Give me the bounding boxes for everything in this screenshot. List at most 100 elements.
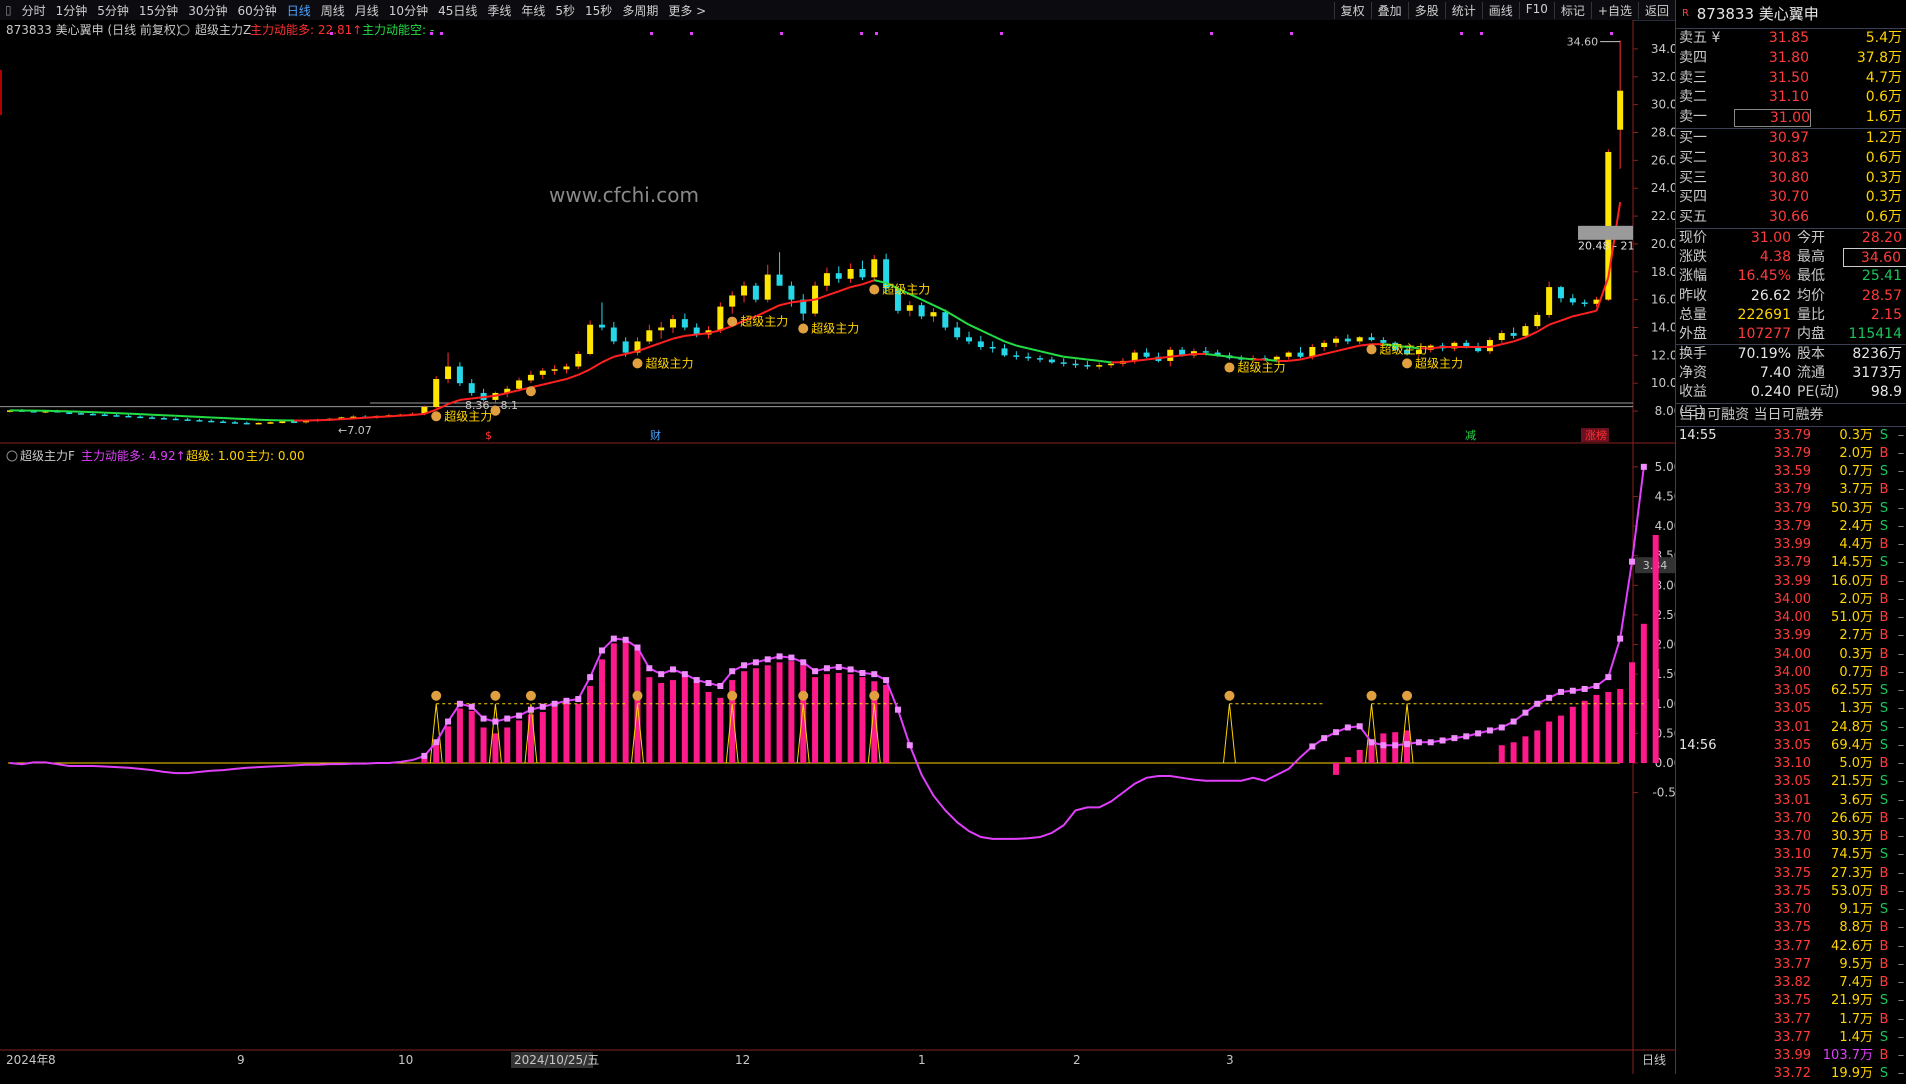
tick-price: 33.72 bbox=[1741, 1065, 1811, 1083]
ask-row-1[interactable]: 卖四31.8037.8万 bbox=[1676, 49, 1906, 69]
tick-volume: 1.4万 bbox=[1811, 1029, 1873, 1047]
bid-row-1[interactable]: 买二30.830.6万 bbox=[1676, 149, 1906, 169]
top-dot bbox=[650, 32, 653, 35]
osc-point bbox=[777, 653, 783, 659]
candle-body bbox=[1369, 337, 1375, 340]
candle bbox=[753, 283, 759, 303]
osc-point bbox=[1546, 695, 1552, 701]
osc-money-bag-icon bbox=[1402, 691, 1412, 701]
bid-label: 买四 bbox=[1676, 188, 1734, 208]
period-tab-4[interactable]: 30分钟 bbox=[183, 2, 232, 19]
period-tab-8[interactable]: 月线 bbox=[350, 2, 384, 19]
period-tab-12[interactable]: 年线 bbox=[516, 2, 550, 19]
candle-body bbox=[563, 367, 569, 370]
osc-point bbox=[611, 636, 617, 642]
ask-row-2[interactable]: 卖三31.504.7万 bbox=[1676, 69, 1906, 89]
tick-dash: – bbox=[1895, 554, 1906, 572]
tick-dash: – bbox=[1895, 719, 1906, 737]
tick-dash: – bbox=[1895, 792, 1906, 810]
chart-area[interactable]: 873833 美心翼申 (日线 前复权)超级主力Z主力动能多: 22.81↑主力… bbox=[0, 20, 1675, 1074]
tick-time bbox=[1676, 828, 1741, 846]
ask-row-4[interactable]: 卖一31.001.6万 bbox=[1676, 108, 1906, 128]
osc-point bbox=[895, 707, 901, 713]
candle-body bbox=[1297, 353, 1303, 357]
tick-dash: – bbox=[1895, 573, 1906, 591]
top-dot bbox=[1290, 32, 1293, 35]
period-tab-14[interactable]: 15秒 bbox=[580, 2, 617, 19]
candle-body bbox=[729, 295, 735, 306]
candle-body bbox=[196, 420, 202, 422]
tick-dash: – bbox=[1895, 737, 1906, 755]
period-tab-5[interactable]: 60分钟 bbox=[232, 2, 281, 19]
ask-row-3[interactable]: 卖二31.100.6万 bbox=[1676, 88, 1906, 108]
toolbar-btn-5[interactable]: F10 bbox=[1519, 2, 1554, 19]
stat-label-2: PE(动) bbox=[1791, 383, 1843, 402]
ma-segment bbox=[1123, 361, 1135, 362]
tick-volume: 0.7万 bbox=[1811, 463, 1873, 481]
period-tab-1[interactable]: 1分钟 bbox=[51, 2, 93, 19]
tick-row: 33.771.4万S– bbox=[1676, 1029, 1906, 1047]
period-toolbar: ▯ 分时1分钟5分钟15分钟30分钟60分钟日线周线月线10分钟45日线季线年线… bbox=[0, 0, 1675, 21]
osc-point bbox=[1629, 559, 1635, 565]
candle-body bbox=[78, 413, 84, 415]
candle-body bbox=[1570, 298, 1576, 302]
tick-side: S bbox=[1873, 1029, 1895, 1047]
osc-point bbox=[1428, 739, 1434, 745]
period-tab-9[interactable]: 10分钟 bbox=[384, 2, 433, 19]
top-dot bbox=[1610, 32, 1613, 35]
tick-time bbox=[1676, 755, 1741, 773]
period-tab-3[interactable]: 15分钟 bbox=[134, 2, 183, 19]
candle-body bbox=[433, 379, 439, 407]
ma-segment bbox=[1206, 354, 1218, 355]
tick-time bbox=[1676, 700, 1741, 718]
period-tab-2[interactable]: 5分钟 bbox=[92, 2, 134, 19]
bid-row-2[interactable]: 买三30.800.3万 bbox=[1676, 169, 1906, 189]
toolbar-btn-2[interactable]: 多股 bbox=[1408, 2, 1445, 19]
period-tab-0[interactable]: 分时 bbox=[17, 2, 51, 19]
osc-point bbox=[741, 662, 747, 668]
period-tab-11[interactable]: 季线 bbox=[482, 2, 516, 19]
osc-point bbox=[824, 665, 830, 671]
tick-price: 33.79 bbox=[1741, 427, 1811, 445]
toolbar-btn-4[interactable]: 画线 bbox=[1482, 2, 1519, 19]
tick-price: 33.05 bbox=[1741, 700, 1811, 718]
bid-row-0[interactable]: 买一30.971.2万 bbox=[1676, 129, 1906, 149]
toolbar-btn-7[interactable]: +自选 bbox=[1591, 2, 1638, 19]
toolbar-btn-6[interactable]: 标记 bbox=[1554, 2, 1591, 19]
tick-time bbox=[1676, 445, 1741, 463]
tick-dash: – bbox=[1895, 828, 1906, 846]
osc-point bbox=[1582, 686, 1588, 692]
osc-point bbox=[1570, 688, 1576, 694]
tick-list[interactable]: 14:5533.790.3万S–33.792.0万B–33.590.7万S–33… bbox=[1676, 427, 1906, 1084]
period-tab-6[interactable]: 日线 bbox=[282, 2, 316, 19]
period-tab-10[interactable]: 45日线 bbox=[433, 2, 482, 19]
tick-time bbox=[1676, 719, 1741, 737]
candle-body bbox=[717, 307, 723, 331]
osc-bar bbox=[694, 683, 700, 763]
period-tab-16[interactable]: 更多 > bbox=[663, 2, 711, 19]
period-tab-15[interactable]: 多周期 bbox=[617, 2, 663, 19]
tick-price: 34.00 bbox=[1741, 591, 1811, 609]
toolbar-btn-0[interactable]: 复权 bbox=[1334, 2, 1371, 19]
tick-dash: – bbox=[1895, 956, 1906, 974]
period-tab-13[interactable]: 5秒 bbox=[550, 2, 580, 19]
period-tab-7[interactable]: 周线 bbox=[316, 2, 350, 19]
money-bag-icon bbox=[1367, 344, 1377, 354]
bid-row-4[interactable]: 买五30.660.6万 bbox=[1676, 208, 1906, 228]
osc-point bbox=[717, 683, 723, 689]
osc-bar bbox=[1499, 745, 1505, 763]
osc-point bbox=[1392, 742, 1398, 748]
ma-segment bbox=[188, 416, 200, 417]
quote-stats-2: 换手70.19%股本8236万净资7.40流通3173万收益(三)0.240PE… bbox=[1676, 345, 1906, 403]
top-dot bbox=[780, 32, 783, 35]
toolbar-btn-8[interactable]: 返回 bbox=[1638, 2, 1675, 19]
stat-label-2: 流通 bbox=[1791, 364, 1843, 383]
ask-row-0[interactable]: 卖五 ¥31.855.4万 bbox=[1676, 29, 1906, 49]
tick-side: B bbox=[1873, 536, 1895, 554]
toolbar-btn-3[interactable]: 统计 bbox=[1445, 2, 1482, 19]
toolbar-btn-1[interactable]: 叠加 bbox=[1371, 2, 1408, 19]
toolbar-menu-icon[interactable]: ▯ bbox=[0, 3, 17, 17]
bid-row-3[interactable]: 买四30.700.3万 bbox=[1676, 188, 1906, 208]
price-box-label: 20.48 - 21 bbox=[1578, 239, 1634, 252]
stat-label: 昨收 bbox=[1676, 287, 1721, 306]
